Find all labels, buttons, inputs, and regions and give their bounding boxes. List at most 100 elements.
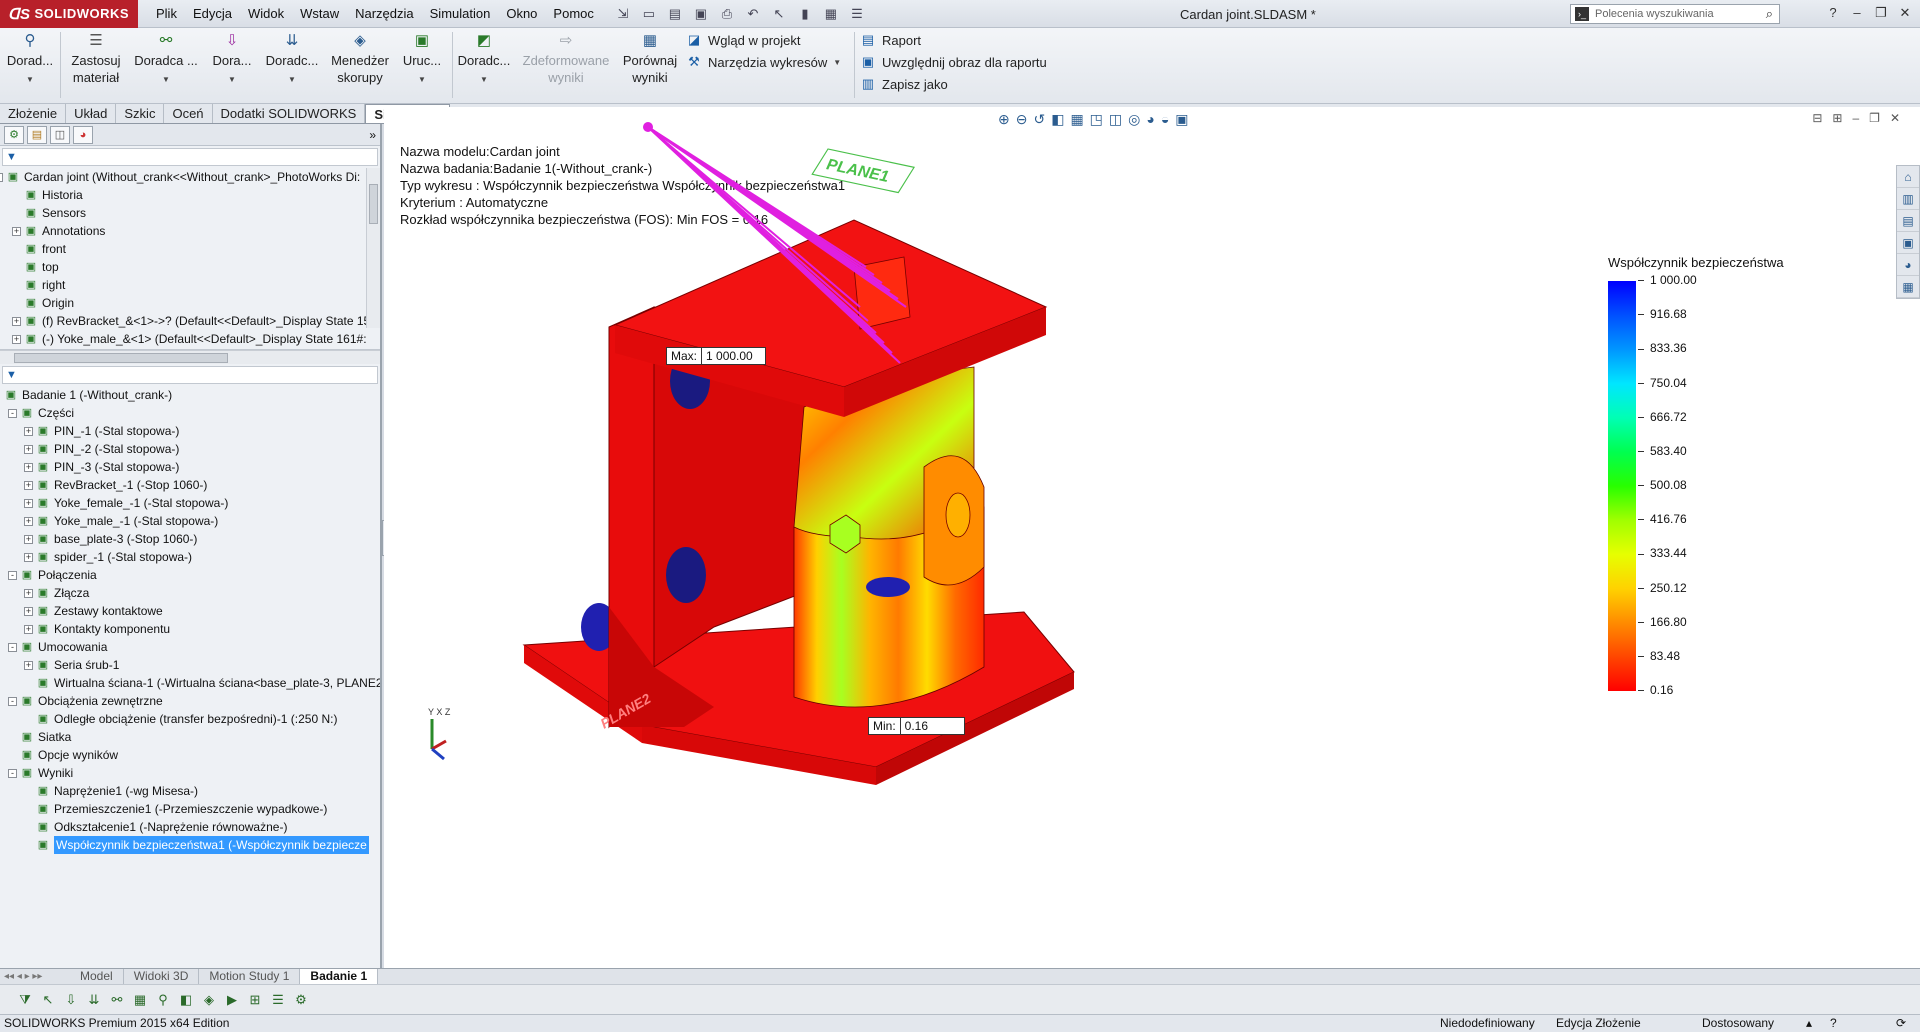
scrollbar-thumb[interactable] xyxy=(14,353,228,363)
include-image-button[interactable]: ▣ Uwzględnij obraz dla raportu xyxy=(860,54,1047,70)
tree-item[interactable]: ▣ Opcje wyników xyxy=(0,746,380,764)
tab-ocen[interactable]: Oceń xyxy=(164,104,213,123)
open-folder-icon[interactable]: ▤ xyxy=(664,4,686,24)
expand-icon[interactable]: + xyxy=(12,317,21,326)
tree-item[interactable]: + ▣ Zestawy kontaktowe xyxy=(0,602,380,620)
minimize-icon[interactable]: – xyxy=(1848,4,1866,22)
scrollbar-thumb[interactable] xyxy=(369,184,378,224)
tree-item[interactable]: ▣ Wirtualna ściana-1 (-Wirtualna ściana<b… xyxy=(0,674,380,692)
horizontal-scrollbar[interactable] xyxy=(0,350,380,364)
tree-item[interactable]: ▣ top xyxy=(0,258,380,276)
file-properties-icon[interactable]: ▦ xyxy=(820,4,842,24)
tree-item[interactable]: + ▣ Annotations xyxy=(0,222,380,240)
rebuild-status-icon[interactable]: ⟳ xyxy=(1896,1015,1906,1032)
help-icon[interactable]: ? xyxy=(1824,4,1842,22)
tab-zlozenie[interactable]: Złożenie xyxy=(0,104,67,123)
expand-icon[interactable]: + xyxy=(24,463,33,472)
plot-tools-button[interactable]: ⚒ Narzędzia wykresów ▼ xyxy=(686,54,841,70)
tree-item[interactable]: + ▣ spider_-1 (-Stal stopowa-) xyxy=(0,548,380,566)
tree-item[interactable]: - ▣ Części xyxy=(0,404,380,422)
report-button[interactable]: ▤ Raport xyxy=(860,32,921,48)
expand-icon[interactable]: + xyxy=(24,481,33,490)
tree-item[interactable]: ▣ Origin xyxy=(0,294,380,312)
restore-icon[interactable]: ❐ xyxy=(1872,4,1890,22)
appearances-tab-icon[interactable]: ◕ xyxy=(1897,254,1919,276)
tree-item[interactable]: -▣ Cardan joint (Without_crank<<Without_c… xyxy=(0,168,380,186)
tree-item[interactable]: - ▣ Połączenia xyxy=(0,566,380,584)
loads-advisor-button[interactable]: ⇊ Doradc... ▼ xyxy=(262,32,322,88)
tree-item[interactable]: ▣ Sensors xyxy=(0,204,380,222)
expand-icon[interactable]: + xyxy=(24,427,33,436)
list-icon[interactable]: ☰ xyxy=(269,991,287,1009)
tree-item[interactable]: ▣ Odkształcenie1 (-Naprężenie równoważne-… xyxy=(0,818,380,836)
menu-wstaw[interactable]: Wstaw xyxy=(292,0,347,28)
tree-item[interactable]: + ▣ PIN_-2 (-Stal stopowa-) xyxy=(0,440,380,458)
iso-icon[interactable]: ◈ xyxy=(200,991,218,1009)
close-icon[interactable]: ✕ xyxy=(1896,4,1914,22)
tab-study-1[interactable]: Badanie 1 xyxy=(300,969,379,984)
expand-panel-icon[interactable]: » xyxy=(369,126,376,143)
tree-item[interactable]: ▣ Odległe obciążenie (transfer bezpośredn… xyxy=(0,710,380,728)
tree-item[interactable]: ▣ Historia xyxy=(0,186,380,204)
tree-item[interactable]: ▣ Badanie 1 (-Without_crank-) xyxy=(0,386,380,404)
tab-motion-study[interactable]: Motion Study 1 xyxy=(199,969,301,984)
custom-properties-tab-icon[interactable]: ▦ xyxy=(1897,276,1919,298)
tab-model[interactable]: Model xyxy=(70,969,124,984)
tree-item[interactable]: + ▣ Kontakty komponentu xyxy=(0,620,380,638)
tree-item[interactable]: + ▣ PIN_-1 (-Stal stopowa-) xyxy=(0,422,380,440)
settings-icon[interactable]: ⚙ xyxy=(292,991,310,1009)
menu-okno[interactable]: Okno xyxy=(498,0,545,28)
design-insight-button[interactable]: ◪ Wgląd w projekt xyxy=(686,32,801,48)
deformed-result-button[interactable]: ⇨ Zdeformowane wyniki xyxy=(518,32,614,86)
expand-icon[interactable]: + xyxy=(24,517,33,526)
select-icon[interactable]: ↖ xyxy=(39,991,57,1009)
display-manager-tab-icon[interactable]: ◕ xyxy=(73,126,93,144)
tree-item[interactable]: - ▣ Obciążenia zewnętrzne xyxy=(0,692,380,710)
collapse-icon[interactable]: - xyxy=(0,173,3,182)
tree-item[interactable]: ▣ right xyxy=(0,276,380,294)
options-icon[interactable]: ☰ xyxy=(846,4,868,24)
expand-icon[interactable]: + xyxy=(24,607,33,616)
expand-icon[interactable]: + xyxy=(24,535,33,544)
tree-item[interactable]: + ▣ base_plate-3 (-Stop 1060-) xyxy=(0,530,380,548)
tree-item[interactable]: + ▣ RevBracket_-1 (-Stop 1060-) xyxy=(0,476,380,494)
study-filter-input[interactable]: ▼ xyxy=(2,366,378,384)
max-probe[interactable]: Max: 1 000.00 xyxy=(666,347,767,365)
tree-item[interactable]: + ▣ Złącza xyxy=(0,584,380,602)
collapse-icon[interactable]: - xyxy=(8,769,17,778)
units-selector[interactable]: Dostosowany xyxy=(1702,1015,1774,1032)
fixtures-advisor-button[interactable]: ⇩ Dora... ▼ xyxy=(204,32,260,88)
expand-icon[interactable]: + xyxy=(24,553,33,562)
command-search-input[interactable]: ›_ Polecenia wyszukiwania ⌕ xyxy=(1570,4,1780,24)
connections-advisor-button[interactable]: ⚯ Doradca ... ▼ xyxy=(130,32,202,88)
tab-szkic[interactable]: Szkic xyxy=(116,104,165,123)
collapse-icon[interactable]: - xyxy=(8,409,17,418)
property-manager-tab-icon[interactable]: ▤ xyxy=(27,126,47,144)
tab-uklad[interactable]: Układ xyxy=(66,104,117,123)
collapse-icon[interactable]: - xyxy=(8,643,17,652)
tree-item[interactable]: + ▣ Yoke_male_-1 (-Stal stopowa-) xyxy=(0,512,380,530)
tree-filter-input[interactable]: ▼ xyxy=(2,148,378,166)
collapse-icon[interactable]: - xyxy=(8,697,17,706)
run-study-button[interactable]: ▣ Uruc... ▼ xyxy=(396,32,448,88)
configuration-manager-tab-icon[interactable]: ◫ xyxy=(50,126,70,144)
menu-simulation[interactable]: Simulation xyxy=(422,0,499,28)
apply-material-button[interactable]: ☰ Zastosuj materiał xyxy=(66,32,126,86)
results-advisor-button[interactable]: ◩ Doradc... ▼ xyxy=(456,32,512,88)
pin-icon[interactable]: ⇲ xyxy=(612,4,634,24)
units-dropdown-icon[interactable]: ▴ xyxy=(1806,1015,1812,1032)
tree-item-selected[interactable]: ▣ Współczynnik bezpieczeństwa1 (-Współczy… xyxy=(0,836,380,854)
tree-item[interactable]: + ▣ Yoke_female_-1 (-Stal stopowa-) xyxy=(0,494,380,512)
expand-icon[interactable]: + xyxy=(24,499,33,508)
menu-widok[interactable]: Widok xyxy=(240,0,292,28)
graphics-area[interactable]: ⊕ ⊖ ↺ ◧ ▦ ◳ ◫ ◎ ◕ ◒ ▣ ⊟ ⊞ – ❐ ✕ Nazwa mo… xyxy=(384,107,1920,968)
rebuild-icon[interactable]: ▮ xyxy=(794,4,816,24)
new-document-icon[interactable]: ▭ xyxy=(638,4,660,24)
search-icon[interactable]: ⌕ xyxy=(1766,5,1773,23)
min-probe[interactable]: Min: 0.16 xyxy=(868,717,965,735)
help-status-icon[interactable]: ? xyxy=(1830,1015,1837,1032)
save-icon[interactable]: ▣ xyxy=(690,4,712,24)
tab-dodatki[interactable]: Dodatki SOLIDWORKS xyxy=(213,104,366,123)
mesh-icon[interactable]: ▦ xyxy=(131,991,149,1009)
compare-results-button[interactable]: ▦ Porównaj wyniki xyxy=(618,32,682,86)
